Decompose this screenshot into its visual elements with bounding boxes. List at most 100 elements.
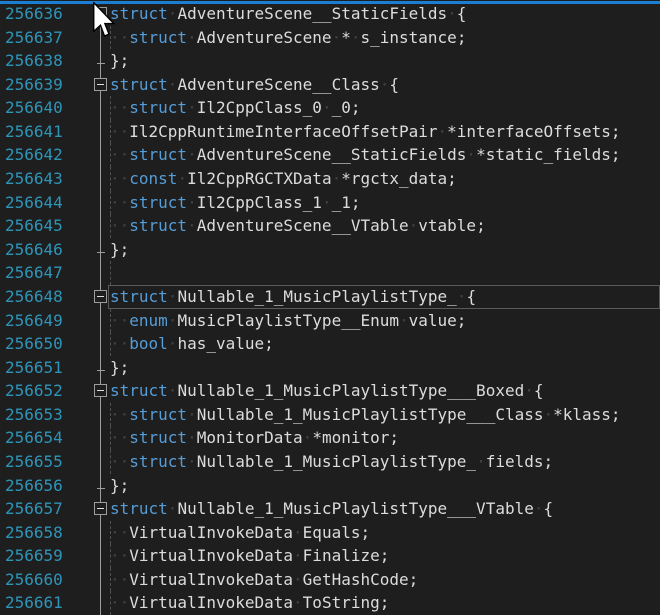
fold-end-tick	[97, 63, 105, 64]
code-text[interactable]: ··struct·Il2CppClass_0·_0;	[110, 96, 360, 120]
fold-collapse-toggle[interactable]	[94, 78, 107, 91]
code-line-row: 256641··Il2CppRuntimeInterfaceOffsetPair…	[0, 120, 660, 144]
code-line-row: 256643··const·Il2CppRGCTXData·*rgctx_dat…	[0, 167, 660, 191]
code-line-row: 256644··struct·Il2CppClass_1·_1;	[0, 191, 660, 215]
code-text[interactable]: struct·AdventureScene__StaticFields·{	[110, 2, 466, 26]
code-text[interactable]: ··struct·MonitorData·*monitor;	[110, 426, 399, 450]
code-text[interactable]: struct·Nullable_1_MusicPlaylistType___Bo…	[110, 379, 544, 403]
fold-end-tick	[97, 370, 105, 371]
code-text[interactable]: ··struct·Nullable_1_MusicPlaylistType___…	[110, 403, 621, 427]
identifier-token: _0;	[332, 98, 361, 117]
whitespace-dots: ··	[110, 122, 129, 141]
identifier-token: {	[457, 4, 467, 23]
code-line-row: 256647	[0, 261, 660, 285]
whitespace-dots: ·	[168, 381, 178, 400]
whitespace-dots: ·	[332, 169, 342, 188]
identifier-token: };	[110, 51, 129, 70]
keyword-token: struct	[129, 428, 187, 447]
line-number: 256661	[5, 591, 63, 615]
line-number: 256637	[5, 26, 63, 50]
line-number: 256656	[5, 474, 63, 498]
code-text[interactable]: ··enum·MusicPlaylistType__Enum·value;	[110, 309, 466, 333]
identifier-token: Nullable_1_MusicPlaylistType___VTable	[177, 499, 533, 518]
code-line-row: 256659··VirtualInvokeData·Finalize;	[0, 544, 660, 568]
code-editor[interactable]: 256636struct·AdventureScene__StaticField…	[0, 0, 660, 615]
identifier-token: AdventureScene__Class	[177, 75, 379, 94]
identifier-token: value;	[409, 311, 467, 330]
code-line-row: 256648struct·Nullable_1_MusicPlaylistTyp…	[0, 285, 660, 309]
whitespace-dots: ·	[534, 499, 544, 518]
identifier-token: Nullable_1_MusicPlaylistType___Class	[197, 405, 544, 424]
whitespace-dots: ·	[466, 145, 476, 164]
whitespace-dots: ·	[293, 546, 303, 565]
code-text[interactable]: };	[110, 356, 129, 380]
identifier-token: Finalize;	[303, 546, 390, 565]
code-line-row: 256653··struct·Nullable_1_MusicPlaylistT…	[0, 403, 660, 427]
fold-collapse-toggle[interactable]	[94, 502, 107, 515]
identifier-token: MonitorData	[197, 428, 303, 447]
whitespace-dots: ·	[168, 75, 178, 94]
whitespace-dots: ·	[399, 311, 409, 330]
whitespace-dots: ··	[110, 428, 129, 447]
whitespace-dots: ·	[380, 75, 390, 94]
line-number: 256642	[5, 143, 63, 167]
code-text[interactable]: ··struct·AdventureScene__StaticFields·*s…	[110, 143, 621, 167]
minus-icon	[97, 296, 104, 297]
code-text[interactable]: ··struct·AdventureScene·*·s_instance;	[110, 26, 466, 50]
fold-collapse-toggle[interactable]	[94, 290, 107, 303]
whitespace-dots: ·	[447, 4, 457, 23]
whitespace-dots: ·	[177, 169, 187, 188]
fold-collapse-toggle[interactable]	[94, 384, 107, 397]
identifier-token: {	[389, 75, 399, 94]
code-line-row: 256642 ··struct·AdventureScene__StaticFie…	[0, 143, 660, 167]
whitespace-dots: ··	[110, 546, 129, 565]
fold-end-tick	[97, 488, 105, 489]
code-text[interactable]: ··struct·Nullable_1_MusicPlaylistType_·f…	[110, 450, 553, 474]
identifier-token: Equals;	[303, 523, 370, 542]
keyword-token: struct	[110, 287, 168, 306]
whitespace-dots: ··	[110, 405, 129, 424]
code-text[interactable]: ··VirtualInvokeData·Finalize;	[110, 544, 389, 568]
code-text[interactable]: };	[110, 474, 129, 498]
whitespace-dots: ·	[438, 122, 448, 141]
line-number: 256660	[5, 568, 63, 592]
line-number: 256638	[5, 49, 63, 73]
identifier-token: GetHashCode;	[303, 570, 419, 589]
line-number: 256651	[5, 356, 63, 380]
code-text[interactable]: struct·AdventureScene__Class·{	[110, 73, 399, 97]
code-text[interactable]: struct·Nullable_1_MusicPlaylistType_·{	[110, 285, 476, 309]
code-text[interactable]: struct ·Nullable_1_MusicPlaylistType___VT…	[110, 497, 553, 521]
identifier-token: *interfaceOffsets;	[447, 122, 620, 141]
whitespace-dots: ··	[110, 593, 129, 612]
code-text[interactable]: };	[110, 49, 129, 73]
code-text[interactable]: ··VirtualInvokeData·GetHashCode;	[110, 568, 418, 592]
code-text[interactable]: ··VirtualInvokeData·Equals;	[110, 521, 370, 545]
identifier-token: {	[466, 287, 476, 306]
keyword-token: bool	[129, 334, 168, 353]
code-text[interactable]: ··Il2CppRuntimeInterfaceOffsetPair·*inte…	[110, 120, 621, 144]
identifier-token: {	[534, 381, 544, 400]
code-line-row: 256651};	[0, 356, 660, 380]
whitespace-dots: ·	[293, 523, 303, 542]
code-text[interactable]: ··struct·AdventureScene__VTable·vtable;	[110, 214, 486, 238]
minus-icon	[97, 84, 104, 85]
whitespace-dots: ·	[187, 452, 197, 471]
keyword-token: enum	[129, 311, 168, 330]
identifier-token: vtable;	[418, 216, 485, 235]
code-text[interactable]: ··const·Il2CppRGCTXData·*rgctx_data;	[110, 167, 457, 191]
code-line-row: 256661 ··VirtualInvokeData·ToString;	[0, 591, 660, 615]
keyword-token: struct	[110, 499, 168, 518]
line-number: 256646	[5, 238, 63, 262]
code-text[interactable]: };	[110, 238, 129, 262]
code-line-row: 256645··struct·AdventureScene__VTable·vt…	[0, 214, 660, 238]
code-rows: 256636struct·AdventureScene__StaticField…	[0, 2, 660, 615]
code-line-row: 256638};	[0, 49, 660, 73]
line-number: 256654	[5, 426, 63, 450]
code-text[interactable]: ··bool·has_value;	[110, 332, 274, 356]
line-number: 256657	[5, 497, 63, 521]
minus-icon	[97, 508, 104, 509]
code-text[interactable]: ··VirtualInvokeData·ToString;	[110, 591, 389, 615]
code-text[interactable]: ··struct·Il2CppClass_1·_1;	[110, 191, 360, 215]
whitespace-dots: ·	[543, 405, 553, 424]
identifier-token: Il2CppRuntimeInterfaceOffsetPair	[129, 122, 437, 141]
